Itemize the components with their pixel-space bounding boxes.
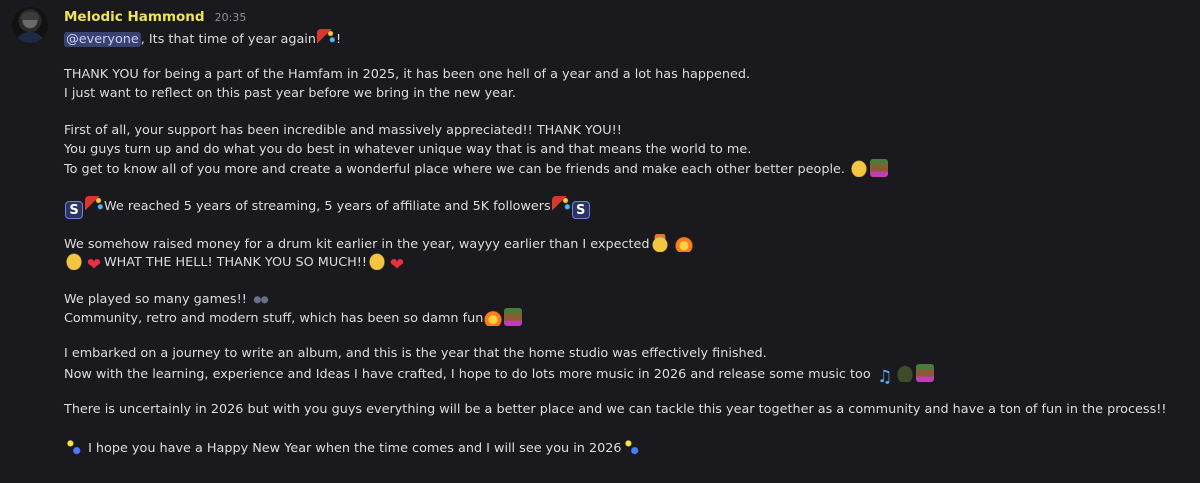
message-line-15: I hope you have a Happy New Year when th… (64, 438, 1200, 457)
s-badge-emoji: S (65, 201, 83, 220)
party-popper-emoji (85, 196, 103, 215)
line-text: I embarked on a journey to write an albu… (64, 346, 767, 362)
line-text: I just want to reflect on this past year… (64, 85, 517, 101)
line-text: Community, retro and modern stuff, which… (64, 310, 484, 326)
fire-emoji (674, 233, 693, 252)
avatar-shoulders (15, 32, 45, 43)
message-header: Melodic Hammond 20:35 (64, 6, 1200, 26)
timestamp[interactable]: 20:35 (215, 11, 247, 24)
message-line-6: To get to know all of you more and creat… (64, 159, 1200, 178)
clap-emoji (368, 252, 387, 271)
line-text: You guys turn up and do what you do best… (64, 141, 752, 157)
chat-message: Melodic Hammond 20:35 @everyone, Its tha… (0, 0, 1200, 483)
sparkler-emoji (622, 438, 641, 457)
line-text: Now with the learning, experience and Id… (64, 366, 871, 382)
message-line-13: Now with the learning, experience and Id… (64, 363, 1200, 387)
sparkler-emoji (65, 438, 83, 457)
message-line-8: We somehow raised money for a drum kit e… (64, 233, 1200, 253)
line-text: We played so many games!! (64, 292, 247, 308)
avatar-cap (21, 12, 39, 20)
party-popper-emoji (551, 196, 570, 215)
message-line-4: First of all, your support has been incr… (64, 122, 1200, 141)
line-text: We somehow raised money for a drum kit e… (64, 236, 650, 252)
custom-ham-emoji (915, 363, 934, 382)
firecracker-emoji (316, 29, 335, 47)
username[interactable]: Melodic Hammond (64, 9, 205, 25)
clap-emoji (65, 252, 83, 271)
everyone-mention[interactable]: @everyone (64, 32, 141, 47)
message-line-3: I just want to reflect on this past year… (64, 85, 1200, 104)
line-text: WHAT THE HELL! THANK YOU SO MUCH!! (104, 255, 368, 271)
s-badge-emoji: S (571, 201, 590, 220)
line-text: ! (335, 32, 342, 47)
line-text: First of all, your support has been incr… (64, 122, 622, 138)
message-line-2: THANK YOU for being a part of the Hamfam… (64, 66, 1200, 85)
line-text: , Its that time of year again (140, 32, 316, 47)
military-helmet-emoji (895, 363, 914, 382)
fire-emoji (484, 307, 503, 326)
message-content: @everyone, Its that time of year again! … (64, 29, 1200, 457)
message-line-11: Community, retro and modern stuff, which… (64, 307, 1200, 327)
line-text: There is uncertainly in 2026 but with yo… (64, 401, 1167, 417)
custom-ham-emoji (870, 159, 889, 178)
message-line-9: ❤ WHAT THE HELL! THANK YOU SO MUCH!! ❤ (64, 252, 1200, 276)
gamepad-emoji (251, 289, 270, 308)
message-line-5: You guys turn up and do what you do best… (64, 141, 1200, 160)
message-line-10: We played so many games!! (64, 289, 1200, 308)
line-text: We reached 5 years of streaming, 5 years… (104, 199, 551, 215)
heart-emoji: ❤ (86, 255, 102, 276)
line-text: To get to know all of you more and creat… (64, 162, 845, 178)
line-text: THANK YOU for being a part of the Hamfam… (64, 67, 751, 83)
line-text: I hope you have a Happy New Year when th… (88, 441, 622, 457)
handshake-emoji (850, 159, 869, 178)
heart-emoji: ❤ (389, 255, 405, 276)
custom-ham-emoji (504, 307, 523, 326)
user-avatar[interactable] (12, 7, 48, 43)
message-line-12: I embarked on a journey to write an albu… (64, 345, 1200, 364)
message-line-14: There is uncertainly in 2026 but with yo… (64, 401, 1200, 420)
music-notes-emoji: ♫ (877, 366, 893, 387)
exploding-head-emoji (650, 233, 669, 252)
message-line-7: S We reached 5 years of streaming, 5 year… (64, 196, 1200, 220)
message-line-1: @everyone, Its that time of year again! (64, 29, 1200, 48)
